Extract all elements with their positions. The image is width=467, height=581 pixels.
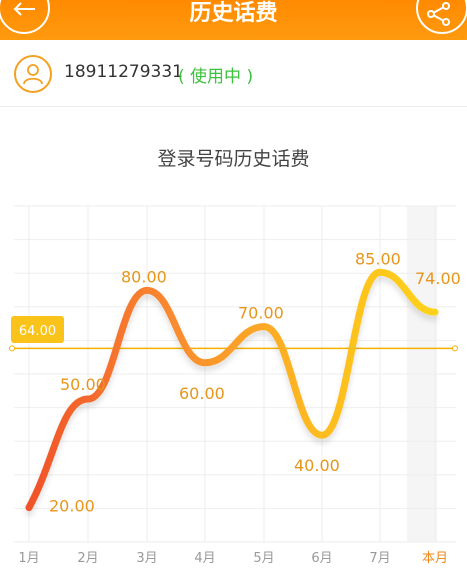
x-axis-tick-label: 5月 (253, 551, 274, 566)
app-header: 历史话费 (0, 0, 467, 40)
x-axis-tick-label: 1月 (18, 551, 39, 566)
history-charge-chart: 64.00 20.00 50.00 80.00 60.00 70.00 40.00 85.0… (9, 205, 461, 566)
share-button[interactable] (416, 0, 467, 34)
data-label-8: 74.00 (415, 269, 461, 288)
user-info-row: 18911279331 ( 使用中 ) (0, 40, 467, 107)
status-badge: ( 使用中 ) (178, 67, 254, 87)
x-axis-tick-label: 4月 (194, 551, 215, 566)
average-label: 64.00 (19, 324, 56, 339)
x-axis-tick-label: 6月 (311, 551, 332, 566)
avatar (14, 55, 52, 93)
average-line-start-dot (9, 345, 15, 352)
x-axis-tick-label: 7月 (369, 551, 390, 566)
phone-number: 18911279331 (64, 62, 183, 82)
x-axis-tick-label: 2月 (77, 551, 98, 566)
data-label-6: 40.00 (294, 456, 340, 475)
x-axis-tick-label: 3月 (136, 551, 157, 566)
x-axis-tick-label: 本月 (422, 551, 448, 566)
data-label-7: 85.00 (355, 249, 401, 268)
page-title: 历史话费 (189, 1, 278, 26)
data-label-5: 70.00 (238, 304, 284, 323)
data-label-4: 60.00 (179, 384, 225, 403)
user-avatar-icon (23, 64, 43, 85)
chart-title: 登录号码历史话费 (157, 148, 310, 170)
data-label-3: 80.00 (121, 267, 167, 286)
average-line-end-dot (452, 345, 458, 352)
data-label-1: 20.00 (49, 497, 95, 516)
data-label-2: 50.00 (60, 375, 106, 394)
share-icon (427, 2, 450, 26)
